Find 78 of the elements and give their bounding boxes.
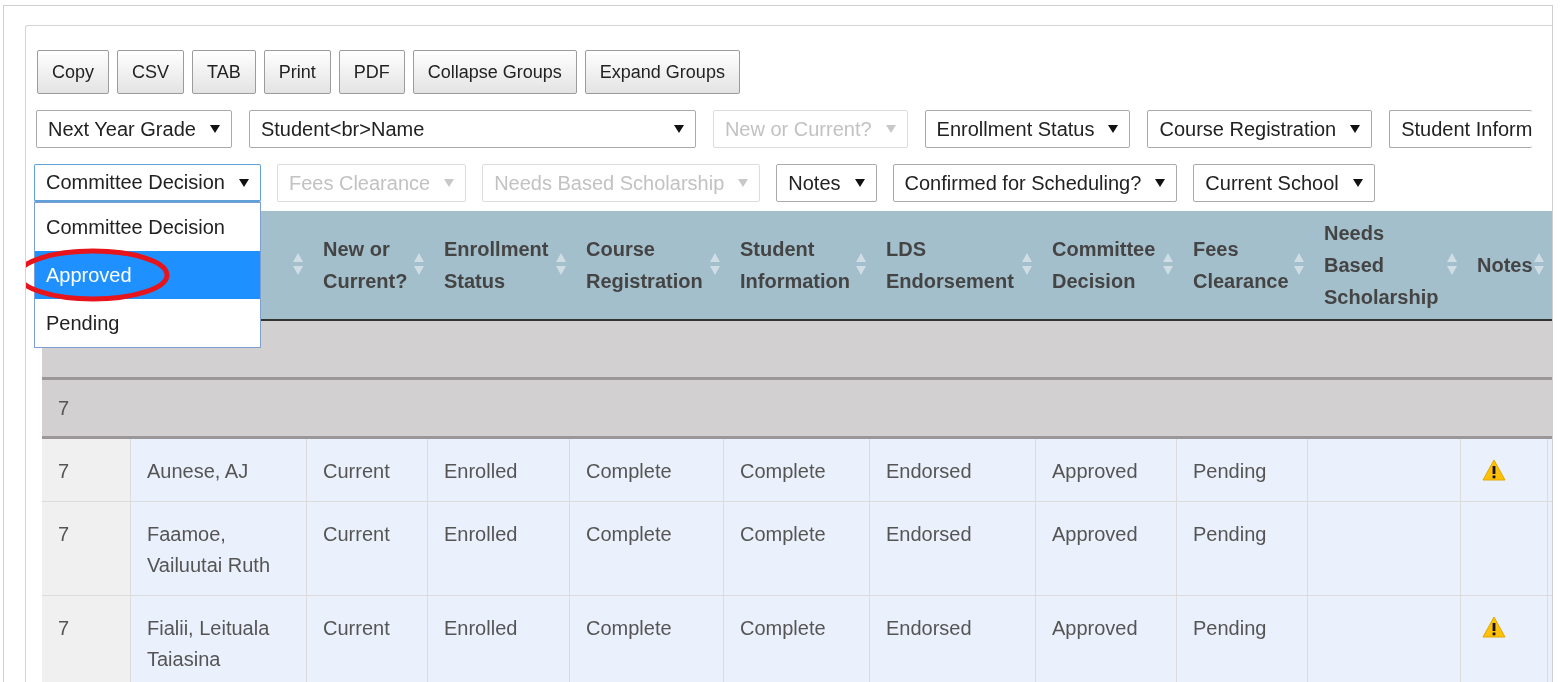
- sort-icon[interactable]: [1533, 252, 1545, 276]
- table-cell: Complete: [570, 596, 724, 682]
- table-cell: Enrolled: [428, 439, 570, 502]
- toolbar-button[interactable]: Copy: [37, 50, 110, 94]
- caret-icon: [1350, 125, 1361, 133]
- filter-select[interactable]: Current School: [1193, 164, 1375, 202]
- toolbar-button[interactable]: TAB: [192, 50, 256, 94]
- table-cell: Pending: [1177, 502, 1308, 596]
- table-cell: Endorsed: [870, 439, 1036, 502]
- table-cell: 7: [42, 596, 131, 682]
- sort-icon[interactable]: [1446, 252, 1458, 276]
- table-cell: Approved: [1036, 596, 1177, 682]
- table-cell: Complete: [570, 439, 724, 502]
- table-cell: Current: [307, 502, 428, 596]
- table-cell: 7: [42, 502, 131, 596]
- table-cell: Complete: [724, 596, 870, 682]
- group-row[interactable]: 7: [42, 380, 1552, 439]
- column-header[interactable]: Student Information: [740, 233, 858, 297]
- table-cell: Approved: [1036, 439, 1177, 502]
- caret-icon: [238, 178, 249, 187]
- toolbar-button[interactable]: Print: [263, 50, 331, 94]
- caret-icon: [673, 125, 684, 133]
- sort-icon[interactable]: [292, 252, 304, 276]
- caret-icon: [1352, 179, 1363, 187]
- toolbar-button[interactable]: Expand Groups: [584, 50, 740, 94]
- table-cell: Enrolled: [428, 502, 570, 596]
- warning-icon: [1482, 616, 1506, 638]
- table-cell: Current: [307, 439, 428, 502]
- column-header[interactable]: Course Registration: [586, 233, 712, 297]
- dropdown-option[interactable]: Committee Decision: [35, 203, 260, 251]
- filter-select[interactable]: Student<br>Name: [248, 110, 696, 148]
- table-cell: Complete: [570, 502, 724, 596]
- group-label: 7: [58, 396, 70, 420]
- column-header[interactable]: Committee Decision: [1052, 233, 1165, 297]
- sort-icon[interactable]: [1293, 252, 1305, 276]
- table-cell: Complete: [724, 502, 870, 596]
- toolbar-button[interactable]: CSV: [117, 50, 185, 94]
- table-cell: Endorsed: [870, 502, 1036, 596]
- filter-select[interactable]: Enrollment Status: [924, 110, 1131, 148]
- caret-icon: [885, 125, 896, 133]
- table-cell: Complete: [724, 439, 870, 502]
- table-cell: Pending: [1177, 439, 1308, 502]
- toolbar-button[interactable]: PDF: [338, 50, 405, 94]
- column-header[interactable]: Notes: [1477, 249, 1533, 281]
- sort-icon[interactable]: [1162, 252, 1174, 276]
- filter-select[interactable]: Next Year Grade: [36, 110, 232, 148]
- filter-select[interactable]: Course Registration: [1147, 110, 1373, 148]
- caret-icon: [209, 125, 220, 133]
- toolbar-button[interactable]: Collapse Groups: [412, 50, 577, 94]
- caret-icon: [854, 179, 865, 187]
- column-header[interactable]: Fees Clearance: [1193, 233, 1296, 297]
- filter-select[interactable]: Student Inform: [1389, 110, 1533, 148]
- column-header[interactable]: New or Current?: [323, 233, 416, 297]
- column-header[interactable]: Needs Based Scholarship: [1324, 217, 1449, 313]
- table-cell: Aunese, AJ: [131, 439, 307, 502]
- sort-icon[interactable]: [413, 252, 425, 276]
- sort-icon[interactable]: [709, 252, 721, 276]
- sort-icon[interactable]: [1021, 252, 1033, 276]
- filter-select[interactable]: Notes: [776, 164, 877, 202]
- table-cell: Enrolled: [428, 596, 570, 682]
- table-cell: Fialii, Leituala Taiasina: [131, 596, 307, 682]
- table-cell: 7: [42, 439, 131, 502]
- filter-select[interactable]: Confirmed for Scheduling?: [892, 164, 1178, 202]
- table-cell: Current: [307, 596, 428, 682]
- table-cell: Faamoe, Vailuutai Ruth: [131, 502, 307, 596]
- table-cell: Pending: [1177, 596, 1308, 682]
- table-cell: Endorsed: [870, 596, 1036, 682]
- warning-icon: [1482, 459, 1506, 481]
- column-header[interactable]: Enrollment Status: [444, 233, 558, 297]
- caret-icon: [1155, 179, 1166, 187]
- caret-icon: [1108, 125, 1119, 133]
- column-header[interactable]: LDS Endorsement: [886, 233, 1024, 297]
- table-cell: Approved: [1036, 502, 1177, 596]
- sort-icon[interactable]: [555, 252, 567, 276]
- caret-icon: [444, 179, 455, 187]
- dropdown-option[interactable]: Pending: [35, 299, 260, 347]
- sort-icon[interactable]: [855, 252, 867, 276]
- caret-icon: [738, 179, 749, 187]
